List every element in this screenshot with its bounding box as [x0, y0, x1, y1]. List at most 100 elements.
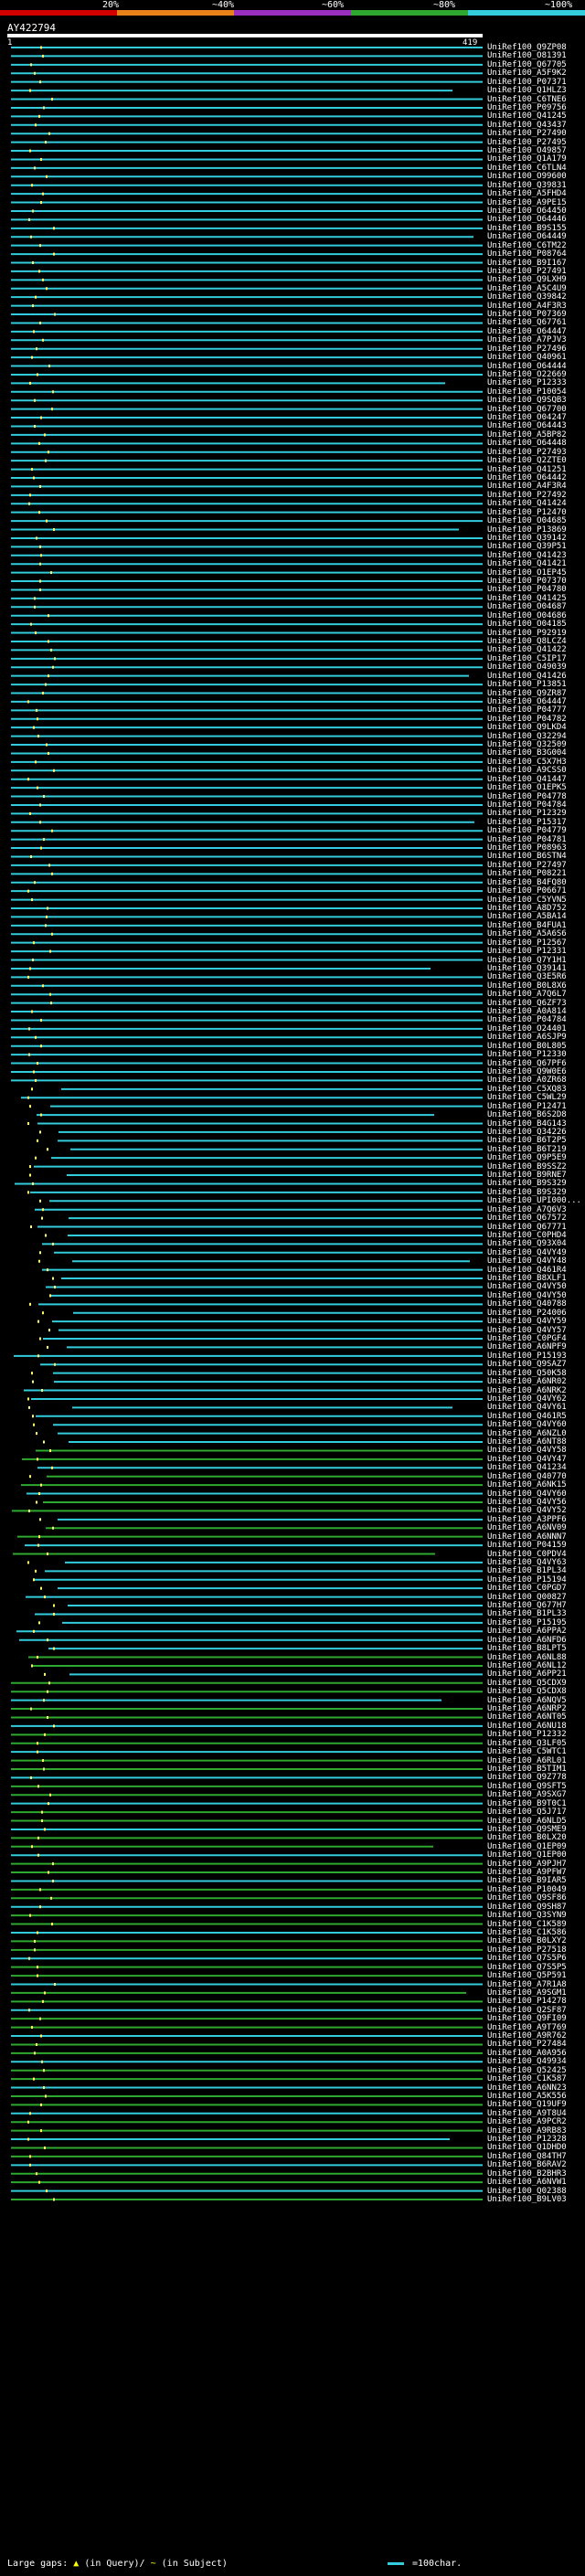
- gap-marker: [47, 906, 48, 910]
- gap-marker: [29, 2112, 31, 2115]
- gap-marker: [42, 278, 44, 281]
- gap-marker: [29, 1173, 31, 1177]
- gap-marker: [50, 648, 52, 652]
- gap-marker: [39, 562, 41, 566]
- gap-marker: [34, 1939, 36, 1943]
- gap-marker: [36, 2042, 37, 2046]
- gap-marker: [44, 433, 46, 437]
- gap-marker: [45, 141, 47, 144]
- gap-marker: [43, 2086, 45, 2090]
- gap-marker: [53, 1724, 55, 1728]
- gap-marker: [28, 2009, 30, 2012]
- gap-marker: [31, 1664, 33, 1668]
- gap-marker: [30, 1776, 32, 1779]
- gap-marker: [51, 408, 53, 411]
- gap-marker: [47, 1690, 48, 1693]
- gap-marker: [53, 1604, 55, 1607]
- gap-marker: [48, 640, 49, 643]
- gap-marker: [27, 2120, 29, 2124]
- gap-marker: [43, 2069, 45, 2072]
- gap-marker: [47, 1345, 48, 1349]
- gap-marker: [37, 1062, 38, 1065]
- gap-marker: [32, 959, 34, 962]
- gap-marker: [35, 760, 37, 764]
- gap-marker: [32, 209, 34, 213]
- gap-marker: [41, 1216, 43, 1220]
- gap-marker: [41, 1810, 43, 1814]
- gap-marker: [44, 1672, 46, 1676]
- gap-marker: [37, 1458, 38, 1461]
- gap-marker: [29, 149, 31, 153]
- gap-marker: [27, 700, 29, 704]
- gap-marker: [39, 1130, 41, 1134]
- gap-marker: [34, 398, 36, 402]
- gap-marker: [30, 1707, 32, 1711]
- gap-marker: [27, 1122, 29, 1125]
- gap-marker: [43, 106, 45, 110]
- gap-marker: [38, 2180, 40, 2184]
- gap-marker: [29, 1913, 31, 1917]
- gap-marker: [38, 1621, 40, 1625]
- gap-marker: [40, 2129, 42, 2133]
- gap-marker: [34, 597, 36, 600]
- gap-marker: [37, 786, 38, 790]
- gap-marker: [49, 992, 51, 996]
- gap-marker: [34, 71, 36, 75]
- gap-marker: [31, 1845, 33, 1849]
- gap-marker: [37, 373, 38, 376]
- gap-marker: [32, 1380, 34, 1383]
- gap-marker: [27, 1096, 29, 1099]
- gap-marker: [28, 1509, 30, 1512]
- gap-marker: [34, 881, 36, 885]
- gap-marker: [29, 1475, 31, 1479]
- gap-marker: [44, 1595, 46, 1599]
- gap-marker: [39, 803, 41, 807]
- gap-marker: [27, 1397, 29, 1401]
- gap-marker: [38, 441, 40, 445]
- gap-marker: [48, 751, 49, 755]
- gap-marker: [43, 1440, 45, 1444]
- gap-marker: [40, 46, 42, 49]
- gap-marker: [35, 1569, 37, 1573]
- gap-marker: [41, 1389, 43, 1393]
- gap-marker: [34, 424, 36, 428]
- gap-marker: [42, 692, 44, 694]
- gap-marker: [37, 1931, 38, 1935]
- gap-marker: [30, 235, 32, 239]
- gap-marker: [28, 1027, 30, 1031]
- gap-marker: [29, 381, 31, 385]
- gap-marker: [52, 1879, 54, 1882]
- gap-marker: [32, 1415, 34, 1418]
- gap-marker: [46, 2189, 48, 2193]
- gap-marker: [48, 864, 50, 867]
- gap-marker: [27, 975, 29, 979]
- subject-gap-icon: ~: [150, 2559, 156, 2569]
- legend-scale-swatch: [387, 2561, 404, 2565]
- gap-marker: [39, 80, 41, 84]
- gap-marker: [31, 355, 33, 359]
- legend-in-query: (in Query)/: [84, 2559, 145, 2569]
- gap-marker: [29, 493, 31, 497]
- gap-marker: [40, 2034, 42, 2038]
- gap-marker: [46, 743, 48, 747]
- hit-label[interactable]: UniRef100_B9LV03: [487, 2195, 567, 2204]
- gap-marker: [35, 1078, 37, 1082]
- gap-marker: [35, 631, 37, 635]
- gap-marker: [33, 1070, 35, 1074]
- gap-marker: [37, 1974, 38, 1977]
- gap-marker: [37, 1320, 39, 1323]
- query-gap-icon: ▲: [73, 2559, 80, 2569]
- gap-marker: [28, 502, 30, 505]
- gap-marker: [31, 1372, 33, 1375]
- gap-marker: [39, 1251, 41, 1255]
- gap-marker: [51, 829, 53, 832]
- legend-large-gaps-label: Large gaps:: [7, 2559, 69, 2569]
- gap-marker: [33, 476, 35, 480]
- gap-marker: [49, 949, 51, 953]
- gap-marker: [48, 1802, 49, 1806]
- gap-marker: [39, 1337, 41, 1341]
- gap-marker: [29, 2163, 31, 2167]
- gap-marker: [35, 1156, 37, 1160]
- gap-marker: [35, 295, 37, 299]
- gap-marker: [51, 98, 53, 101]
